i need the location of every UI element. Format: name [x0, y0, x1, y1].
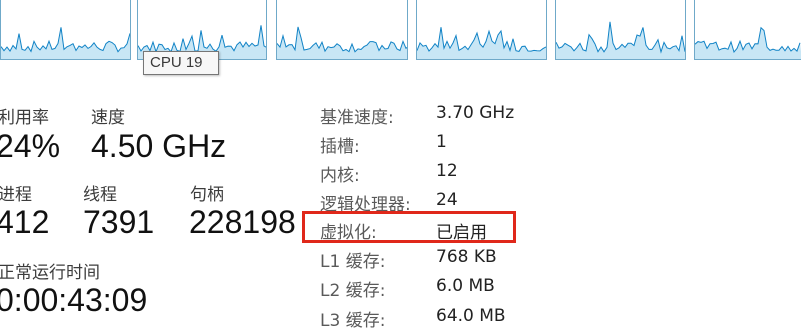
- cpu-core-graph-line: [277, 26, 407, 59]
- spec-value: 1: [436, 132, 447, 152]
- spec-value: 3.70 GHz: [436, 103, 515, 123]
- spec-value: 768 KB: [436, 247, 497, 267]
- spec-value: 6.0 MB: [436, 276, 495, 296]
- cpu-tooltip: CPU 19: [143, 51, 219, 75]
- uptime-value: 0:00:43:09: [0, 282, 148, 318]
- spec-key: L2 缓存:: [320, 281, 386, 301]
- speed-value: 4.50 GHz: [91, 128, 227, 164]
- cpu-core-graph-line: [417, 27, 546, 59]
- cpu-usage-area: [277, 26, 407, 59]
- spec-key: 内核:: [320, 166, 360, 186]
- cpu-core-graph[interactable]: [276, 0, 408, 60]
- utilization-label: 利用率: [0, 108, 49, 128]
- processes-label: 进程: [0, 185, 32, 205]
- handles-value: 228198: [189, 204, 296, 240]
- uptime-label: 正常运行时间: [0, 263, 100, 283]
- threads-value: 7391: [83, 204, 155, 240]
- spec-value: 24: [436, 190, 458, 210]
- cpu-core-graph-line: [1, 27, 130, 59]
- cpu-core-graph[interactable]: [0, 0, 131, 60]
- spec-value: 12: [436, 161, 458, 181]
- spec-key: 基准速度:: [320, 108, 394, 128]
- cpu-usage-area: [417, 27, 546, 59]
- speed-label: 速度: [91, 108, 125, 128]
- cpu-core-graph[interactable]: [555, 0, 686, 60]
- spec-key: 插槽:: [320, 137, 360, 157]
- spec-key: L1 缓存:: [320, 252, 386, 272]
- spec-key: L3 缓存:: [320, 311, 386, 331]
- cpu-core-graph[interactable]: [694, 0, 801, 60]
- handles-label: 句柄: [190, 185, 224, 205]
- virtualization-highlight-box: [302, 211, 516, 243]
- cpu-core-graph-line: [695, 26, 801, 59]
- processes-value: 412: [0, 204, 50, 240]
- utilization-value: 24%: [0, 128, 61, 164]
- spec-value: 64.0 MB: [436, 306, 506, 326]
- cpu-core-graph-line: [556, 21, 685, 59]
- cpu-usage-area: [556, 21, 685, 59]
- cpu-core-graph[interactable]: [416, 0, 547, 60]
- threads-label: 线程: [83, 185, 117, 205]
- cpu-core-graphs: [0, 0, 801, 62]
